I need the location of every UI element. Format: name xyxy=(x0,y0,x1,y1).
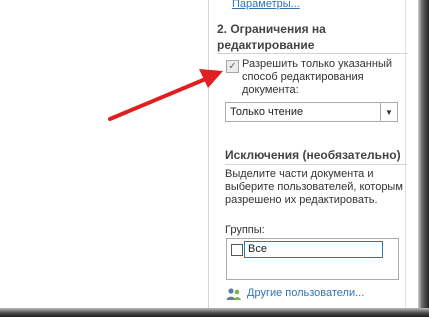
window-shadow-right xyxy=(418,0,429,317)
groups-list[interactable]: Все xyxy=(226,238,399,280)
users-icon xyxy=(226,288,241,300)
chevron-down-icon: ▼ xyxy=(385,107,393,117)
other-users-link[interactable]: Другие пользователи... xyxy=(247,287,364,299)
pane-left-border xyxy=(208,0,209,308)
editing-mode-value: Только чтение xyxy=(230,106,304,118)
editing-restrictions-heading: 2. Ограничения на редактирование xyxy=(217,22,326,52)
restrict-editing-pane: Параметры... 2. Ограничения на редактиро… xyxy=(0,0,429,317)
group-everyone-checkbox[interactable] xyxy=(231,244,243,256)
options-link[interactable]: Параметры... xyxy=(232,0,300,10)
editing-mode-select[interactable]: Только чтение ▼ xyxy=(225,102,398,122)
checkmark-icon: ✓ xyxy=(228,60,237,72)
exceptions-divider xyxy=(225,164,407,165)
section-divider xyxy=(217,53,408,54)
allow-only-editing-label: Разрешить только указанный способ редакт… xyxy=(242,58,392,96)
exceptions-heading: Исключения (необязательно) xyxy=(225,148,401,162)
window-shadow-bottom xyxy=(0,308,429,317)
dropdown-button[interactable]: ▼ xyxy=(380,103,397,121)
exceptions-description: Выделите части документа и выберите поль… xyxy=(225,168,403,206)
group-everyone-label[interactable]: Все xyxy=(244,241,383,258)
allow-only-editing-checkbox[interactable]: ✓ xyxy=(226,60,239,73)
groups-label: Группы: xyxy=(225,224,265,236)
